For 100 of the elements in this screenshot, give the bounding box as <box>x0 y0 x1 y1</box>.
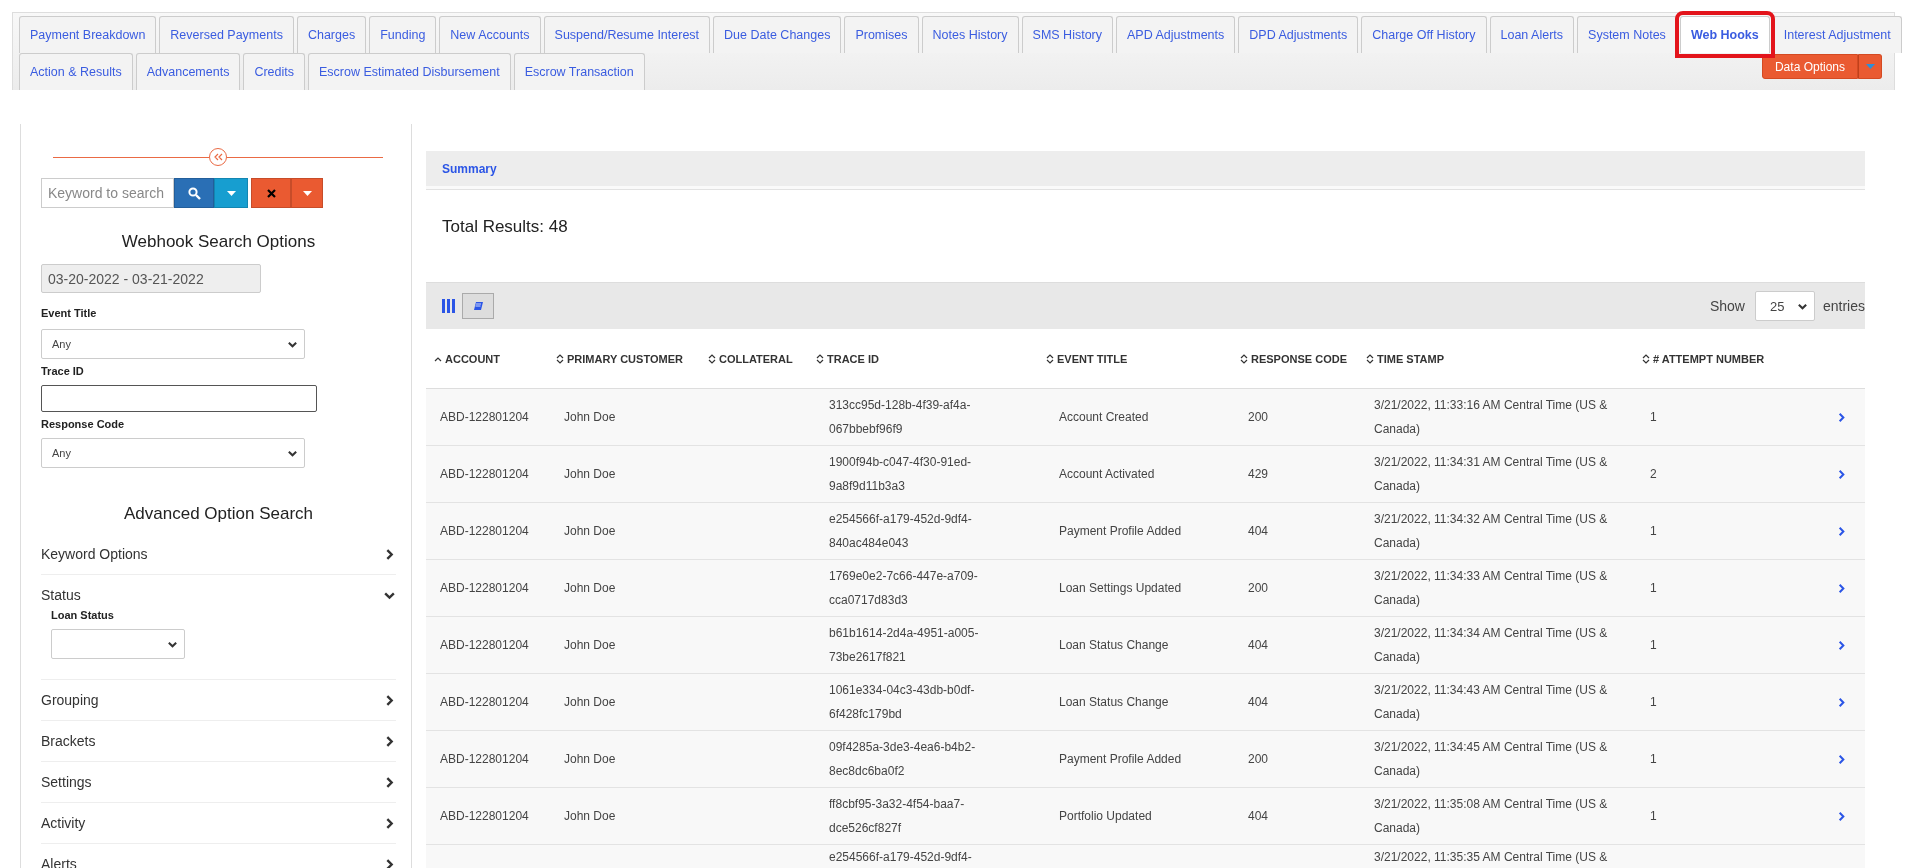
tab[interactable]: Reversed Payments <box>159 16 294 53</box>
tab[interactable]: System Notes <box>1577 16 1677 53</box>
clear-button[interactable] <box>251 178 291 208</box>
caret-icon <box>1865 64 1875 69</box>
chevron-right-icon <box>1836 753 1847 765</box>
table-cell-text: Loan Settings Updated <box>1058 580 1183 597</box>
row-link[interactable] <box>1836 810 1847 822</box>
tab[interactable]: Advancements <box>135 53 241 90</box>
summary-tab[interactable]: Summary <box>442 161 497 176</box>
data-options-button[interactable]: Data Options <box>1761 54 1858 79</box>
tab[interactable]: Funding <box>369 16 437 53</box>
chevron-right-icon <box>1836 639 1847 651</box>
tab[interactable]: Escrow Estimated Disbursement <box>308 53 511 90</box>
columns-button[interactable] <box>440 298 456 314</box>
table-cell-text: 200 <box>1247 580 1270 597</box>
column-header[interactable]: # ATTEMPT NUMBER <box>1634 352 1818 365</box>
tab[interactable]: Promises <box>844 16 919 53</box>
table-cell-text: ABD-122801204 <box>439 808 530 825</box>
collapse-button[interactable] <box>209 148 227 166</box>
search-button[interactable] <box>174 178 214 208</box>
column-header[interactable]: COLLATERAL <box>700 352 808 365</box>
table-cell-text: 1 <box>1649 409 1658 426</box>
row-link[interactable] <box>1836 696 1847 708</box>
total-results: Total Results: 48 <box>441 216 569 238</box>
accordion-header[interactable]: Activity <box>41 811 396 835</box>
clear-options-button[interactable] <box>291 178 323 208</box>
date-range-field[interactable]: 03-20-2022 - 03-21-2022 <box>41 264 261 293</box>
search-icon <box>187 186 201 200</box>
page-size-select[interactable]: 25 <box>1754 291 1815 321</box>
row-link[interactable] <box>1836 411 1847 423</box>
table-cell-text: 3/21/2022, 11:34:31 AM Central Time (US & Canada) <box>1373 454 1609 495</box>
tab[interactable]: Credits <box>243 53 305 90</box>
table-cell-text: John Doe <box>563 637 617 654</box>
table-cell-text: 404 <box>1247 523 1270 540</box>
select-field[interactable]: Any <box>41 438 305 468</box>
table-cell-text: Portfolio Updated <box>1058 808 1153 825</box>
select-field[interactable] <box>51 629 185 659</box>
table-cell-text: e254566f-a179-452d-9df4- <box>828 849 973 866</box>
accordion-header[interactable]: Settings <box>41 770 396 794</box>
table-cell-text: 3/21/2022, 11:35:08 AM Central Time (US & Canada) <box>1373 796 1609 837</box>
tab[interactable]: Loan Alerts <box>1489 16 1575 53</box>
accordion-header[interactable]: Status <box>41 583 396 607</box>
accordion-header[interactable]: Brackets <box>41 729 396 753</box>
input-field[interactable] <box>41 385 317 412</box>
row-link[interactable] <box>1836 525 1847 537</box>
search-field[interactable]: Keyword to search <box>41 178 174 208</box>
table-cell-text: ABD-122801204 <box>439 409 530 426</box>
table-cell-text: 3/21/2022, 11:34:45 AM Central Time (US & Canada) <box>1373 739 1609 780</box>
table-cell-text: 2 <box>1649 466 1658 483</box>
table-cell-text: 3/21/2022, 11:34:34 AM Central Time (US & Canada) <box>1373 625 1609 666</box>
dropdown-toggle[interactable] <box>1858 54 1882 79</box>
tab[interactable]: Payment Breakdown <box>19 16 157 53</box>
table-cell-text: Payment Profile Added <box>1058 523 1183 540</box>
table-cell-text: 1 <box>1649 751 1658 768</box>
table-cell-text: 404 <box>1247 637 1270 654</box>
accordion-header[interactable]: Keyword Options <box>41 542 396 566</box>
chevron-right-icon <box>1836 696 1847 708</box>
tab[interactable]: APD Adjustments <box>1116 16 1236 53</box>
column-header[interactable]: EVENT TITLE <box>1038 352 1232 365</box>
select-field[interactable]: Any <box>41 329 305 359</box>
search-options-button[interactable] <box>214 178 248 208</box>
table-cell-text: 1061e334-04c3-43db-b0df-6f428fc179bd <box>828 682 976 723</box>
table-cell-text: 09f4285a-3de3-4ea6-b4b2-8ec8dc6ba0f2 <box>828 739 977 780</box>
row-link[interactable] <box>1836 582 1847 594</box>
column-header[interactable]: RESPONSE CODE <box>1232 352 1358 365</box>
tab[interactable]: Suspend/Resume Interest <box>543 16 711 53</box>
field-label: Trace ID <box>41 365 85 377</box>
table-cell-text: Loan Status Change <box>1058 694 1170 711</box>
table-cell-text: 404 <box>1247 694 1270 711</box>
tab[interactable]: Due Date Changes <box>713 16 842 53</box>
tab[interactable]: DPD Adjustments <box>1238 16 1359 53</box>
tab[interactable]: New Accounts <box>439 16 541 53</box>
tab[interactable]: Escrow Transaction <box>513 53 645 90</box>
table-cell-text: John Doe <box>563 751 617 768</box>
column-header[interactable]: ACCOUNT <box>426 352 548 365</box>
table-cell-text: 3/21/2022, 11:34:43 AM Central Time (US & Canada) <box>1373 682 1609 723</box>
tab[interactable]: Charge Off History <box>1361 16 1487 53</box>
book-icon <box>472 300 484 312</box>
tab[interactable]: Notes History <box>921 16 1019 53</box>
tab[interactable]: Charges <box>296 16 367 53</box>
caret-icon <box>302 190 312 196</box>
table-cell-text: John Doe <box>563 808 617 825</box>
row-link[interactable] <box>1836 639 1847 651</box>
column-header[interactable]: TIME STAMP <box>1358 352 1634 365</box>
row-link[interactable] <box>1836 753 1847 765</box>
column-header[interactable]: PRIMARY CUSTOMER <box>548 352 700 365</box>
section-title: Advanced Option Search <box>123 504 314 524</box>
accordion-header[interactable]: Grouping <box>41 688 396 712</box>
table-cell-text: 313cc95d-128b-4f39-af4a-067bbebf96f9 <box>828 397 972 438</box>
column-header[interactable]: TRACE ID <box>808 352 1038 365</box>
row-link[interactable] <box>1836 468 1847 480</box>
table-cell-text: 1 <box>1649 694 1658 711</box>
tab[interactable]: Interest Adjustment <box>1772 16 1902 53</box>
table-cell-text: John Doe <box>563 409 617 426</box>
table-cell-text: ABD-122801204 <box>439 637 530 654</box>
table-cell-text: 1 <box>1649 808 1658 825</box>
tab[interactable]: Action & Results <box>19 53 133 90</box>
tab[interactable]: SMS History <box>1021 16 1113 53</box>
table-cell-text: 1769e0e2-7c66-447e-a709-cca0717d83d3 <box>828 568 979 609</box>
export-button[interactable] <box>462 293 494 319</box>
